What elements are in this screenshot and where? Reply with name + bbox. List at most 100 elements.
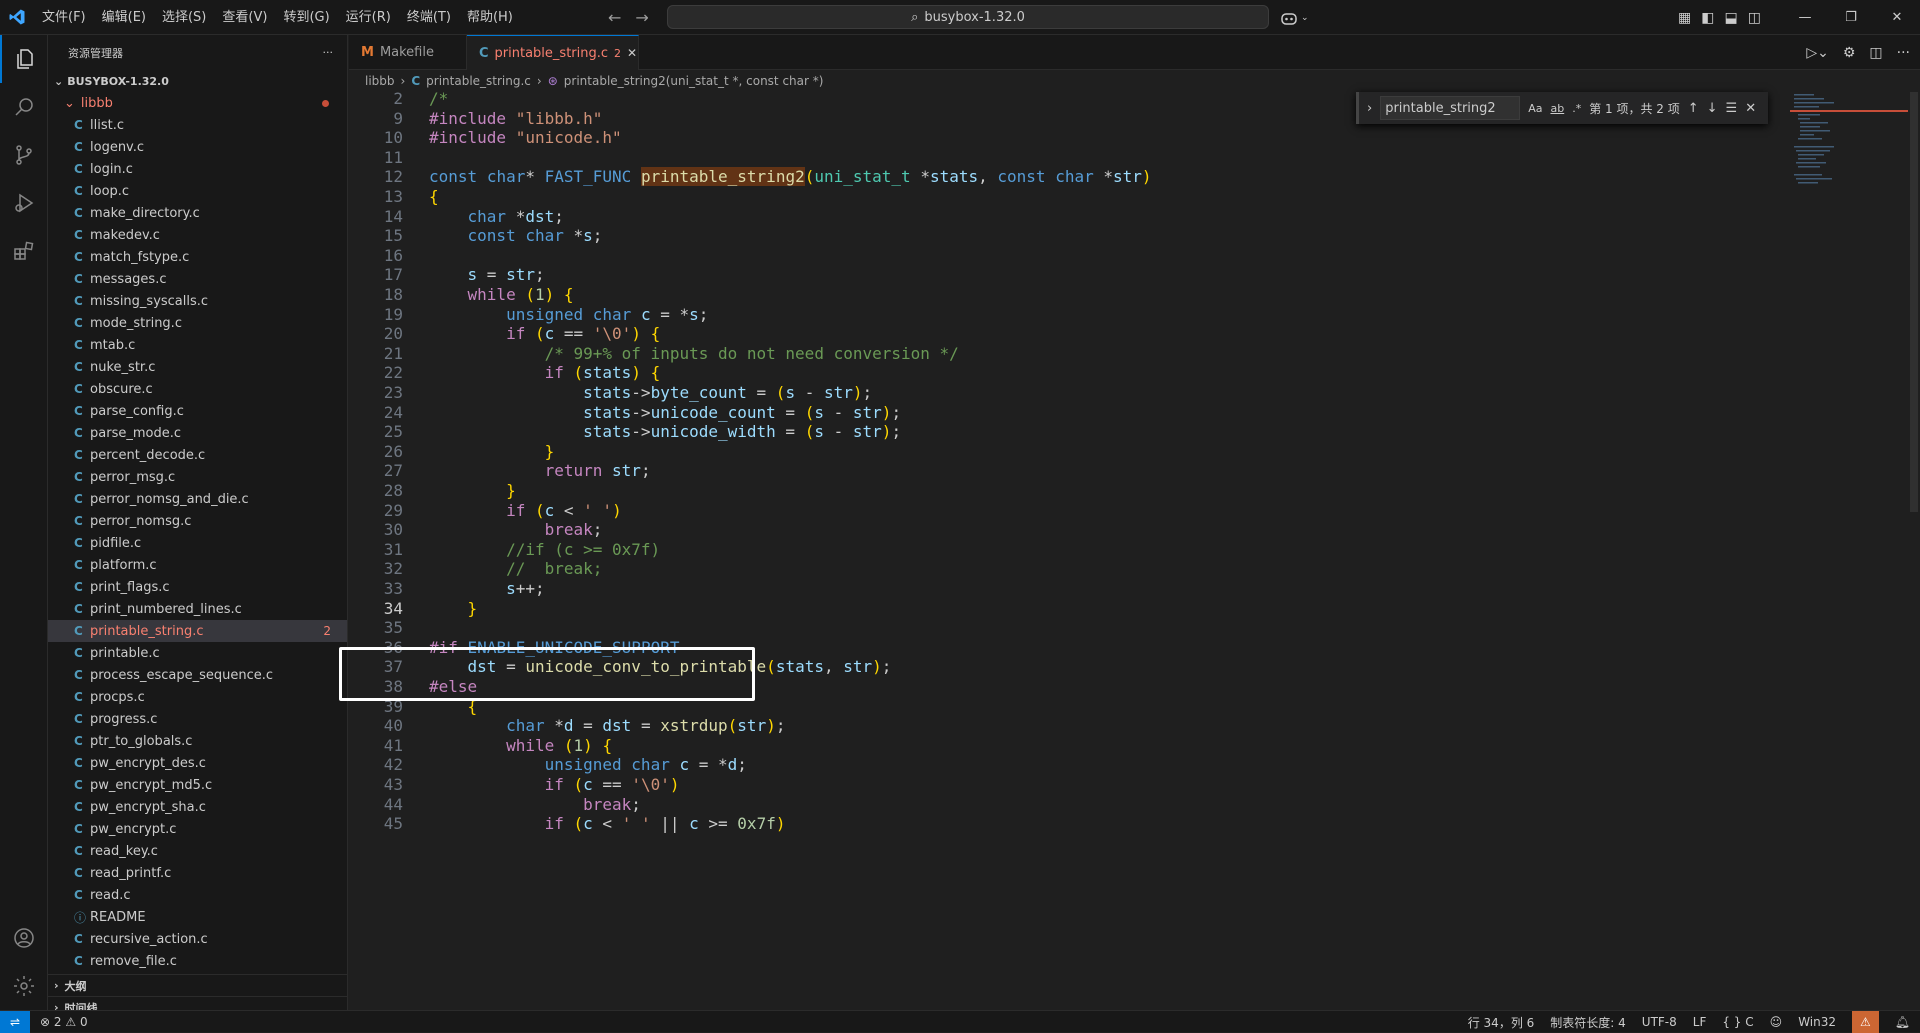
extensions-icon[interactable] [0, 227, 48, 275]
menu-file[interactable]: 文件(F) [34, 0, 94, 35]
file-item[interactable]: Cpw_encrypt_des.c [48, 752, 347, 774]
breadcrumb-folder[interactable]: libbb [365, 74, 395, 88]
run-debug-icon[interactable] [0, 179, 48, 227]
file-item[interactable]: Clogenv.c [48, 136, 347, 158]
file-item[interactable]: Cpw_encrypt.c [48, 818, 347, 840]
file-item[interactable]: Cread.c [48, 884, 347, 906]
file-item[interactable]: Cprint_numbered_lines.c [48, 598, 347, 620]
editor-scrollbar[interactable] [1908, 92, 1920, 1010]
menu-help[interactable]: 帮助(H) [459, 0, 521, 35]
file-item[interactable]: Cread_key.c [48, 840, 347, 862]
problems-indicator[interactable]: ⊗ 2 ⚠ 0 [40, 1015, 88, 1029]
regex-toggle[interactable]: .* [1572, 102, 1581, 115]
file-item[interactable]: Clogin.c [48, 158, 347, 180]
explorer-icon[interactable] [0, 35, 48, 83]
close-window-icon[interactable]: ✕ [1874, 0, 1920, 35]
find-in-selection-icon[interactable]: ☰ [1726, 101, 1738, 116]
scrollbar-thumb[interactable] [1910, 92, 1918, 512]
file-item[interactable]: Cmake_directory.c [48, 202, 347, 224]
file-item[interactable]: Cnuke_str.c [48, 356, 347, 378]
file-item[interactable]: Cmissing_syscalls.c [48, 290, 347, 312]
source-control-icon[interactable] [0, 131, 48, 179]
settings-gear-icon[interactable] [0, 962, 48, 1010]
file-item[interactable]: Cprintable.c [48, 642, 347, 664]
file-item[interactable]: Cpw_encrypt_sha.c [48, 796, 347, 818]
workspace-root[interactable]: ⌄ BUSYBOX-1.32.0 [48, 70, 347, 92]
file-item[interactable]: Cprogress.c [48, 708, 347, 730]
toggle-panel-icon[interactable]: ⬓ [1724, 10, 1737, 26]
file-item[interactable]: Cpidfile.c [48, 532, 347, 554]
toggle-secondary-sidebar-icon[interactable]: ◫ [1748, 10, 1761, 26]
minimize-icon[interactable]: — [1782, 0, 1828, 35]
copilot-status-icon[interactable]: ☺ [1770, 1015, 1783, 1029]
file-item[interactable]: Cpercent_decode.c [48, 444, 347, 466]
file-item[interactable]: Cmessages.c [48, 268, 347, 290]
previous-match-icon[interactable]: ↑ [1688, 101, 1699, 116]
menu-edit[interactable]: 编辑(E) [94, 0, 154, 35]
file-item[interactable]: Cprocess_escape_sequence.c [48, 664, 347, 686]
next-match-icon[interactable]: ↓ [1707, 101, 1718, 116]
file-item[interactable]: Cperror_nomsg_and_die.c [48, 488, 347, 510]
more-actions-icon[interactable]: ··· [1897, 45, 1910, 61]
split-editor-icon[interactable]: ◫ [1869, 45, 1882, 61]
menu-terminal[interactable]: 终端(T) [399, 0, 459, 35]
customize-layout-icon[interactable]: ▦ [1678, 10, 1691, 26]
settings-gear-icon[interactable]: ⚙ [1843, 45, 1856, 61]
warning-badge-icon[interactable]: ⚠ [1852, 1011, 1879, 1033]
menu-go[interactable]: 转到(G) [275, 0, 337, 35]
end-of-line[interactable]: LF [1693, 1015, 1707, 1029]
notifications-icon[interactable]: 🔔︎ [1895, 1015, 1910, 1029]
cursor-position[interactable]: 行 34，列 6 [1468, 1014, 1535, 1031]
outline-section[interactable]: › 大纲 [48, 974, 347, 996]
file-item[interactable]: Cperror_msg.c [48, 466, 347, 488]
run-icon[interactable]: ▷⌄ [1806, 45, 1829, 61]
file-item[interactable]: Cprint_flags.c [48, 576, 347, 598]
file-item[interactable]: Cloop.c [48, 180, 347, 202]
file-item[interactable]: Cprocps.c [48, 686, 347, 708]
language-mode[interactable]: { } C [1722, 1015, 1753, 1029]
code-line[interactable]: 45 if (c < ' ' || c >= 0x7f) [349, 812, 1789, 836]
account-icon[interactable] [0, 914, 48, 962]
file-item[interactable]: Cmtab.c [48, 334, 347, 356]
file-item[interactable]: Cptr_to_globals.c [48, 730, 347, 752]
file-item[interactable]: Cmakedev.c [48, 224, 347, 246]
find-input[interactable]: printable_string2 [1380, 96, 1521, 120]
tab-printable-string[interactable]: C printable_string.c 2 ✕ [467, 35, 639, 70]
restore-icon[interactable]: ❐ [1828, 0, 1874, 35]
forward-arrow-icon[interactable]: → [635, 8, 648, 27]
file-item[interactable]: Cprintable_string.c 2 [48, 620, 347, 642]
back-arrow-icon[interactable]: ← [608, 8, 621, 27]
minimap[interactable] [1790, 92, 1908, 232]
file-item[interactable]: Cmode_string.c [48, 312, 347, 334]
remote-icon[interactable]: ⇌ [0, 1010, 30, 1033]
menu-selection[interactable]: 选择(S) [154, 0, 214, 35]
file-item[interactable]: Cparse_mode.c [48, 422, 347, 444]
timeline-section[interactable]: › 时间线 [48, 996, 347, 1010]
command-center-search[interactable]: ⌕ busybox-1.32.0 [667, 5, 1269, 29]
breadcrumb-file[interactable]: printable_string.c [426, 74, 531, 88]
breadcrumb-symbol[interactable]: printable_string2(uni_stat_t *, const ch… [564, 74, 824, 88]
file-item[interactable]: Cpw_encrypt_md5.c [48, 774, 347, 796]
platform[interactable]: Win32 [1798, 1015, 1836, 1029]
tab-makefile[interactable]: M Makefile [349, 35, 467, 70]
file-item[interactable]: Cremove_file.c [48, 950, 347, 972]
file-item[interactable]: Cread_printf.c [48, 862, 347, 884]
search-icon[interactable] [0, 83, 48, 131]
file-item[interactable]: Cperror_nomsg.c [48, 510, 347, 532]
folder-libbb[interactable]: ⌄ libbb [48, 92, 347, 114]
file-item[interactable]: Cplatform.c [48, 554, 347, 576]
file-item[interactable]: Cobscure.c [48, 378, 347, 400]
chevron-right-icon[interactable]: › [1367, 101, 1372, 116]
file-item[interactable]: Cllist.c [48, 114, 347, 136]
code-editor[interactable]: 2/* 9 #include "libbb.h" 10 #include "unicod… [349, 92, 1920, 1010]
more-actions-icon[interactable]: ··· [323, 46, 334, 59]
file-item[interactable]: ⓘ README [48, 906, 347, 928]
close-find-icon[interactable]: ✕ [1745, 101, 1756, 116]
encoding[interactable]: UTF-8 [1642, 1015, 1677, 1029]
match-case-toggle[interactable]: Aa [1528, 102, 1542, 115]
menu-run[interactable]: 运行(R) [338, 0, 399, 35]
toggle-primary-sidebar-icon[interactable]: ◧ [1701, 10, 1714, 26]
file-item[interactable]: Crecursive_action.c [48, 928, 347, 950]
file-item[interactable]: Cparse_config.c [48, 400, 347, 422]
file-item[interactable]: Cmatch_fstype.c [48, 246, 347, 268]
